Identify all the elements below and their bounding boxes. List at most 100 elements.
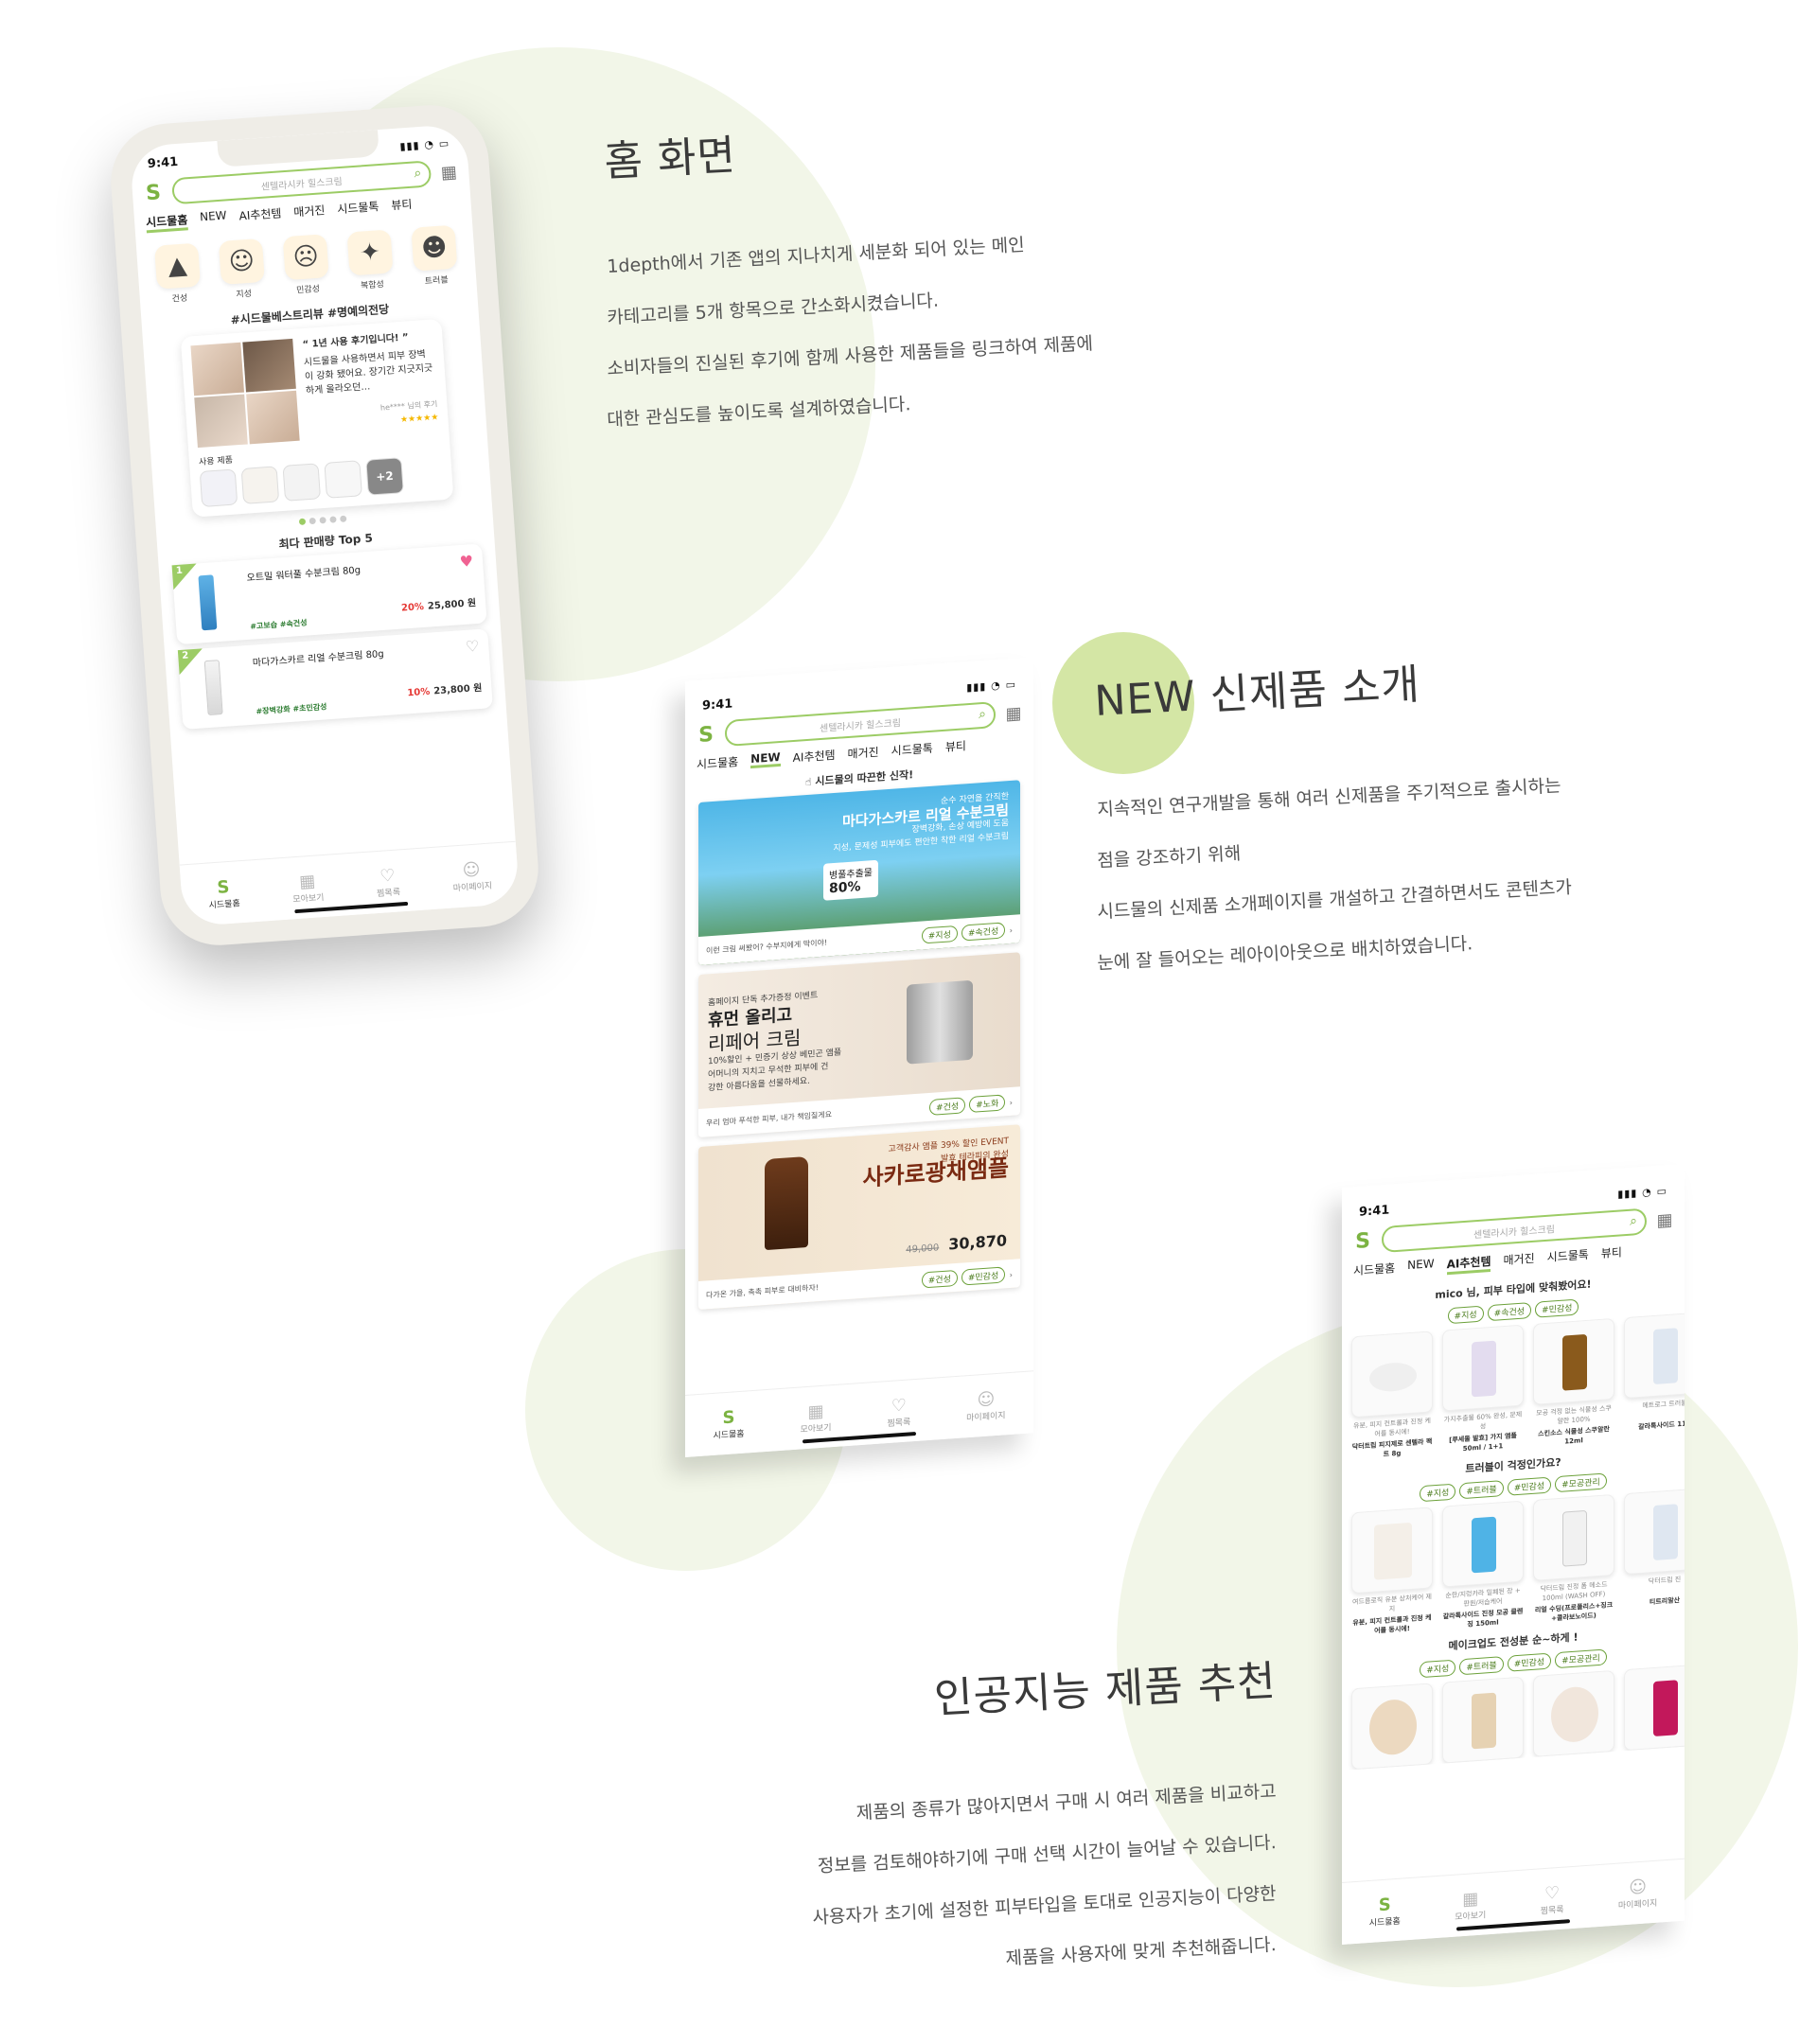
nav-wishlist[interactable]: ♡ 찜목록 (1541, 1882, 1564, 1915)
tab-home[interactable]: 시드물홈 (1353, 1260, 1395, 1281)
hashtag-chip[interactable]: #지성 (1420, 1659, 1456, 1679)
pointer-icon: ☝ (804, 775, 816, 789)
hashtag-chip[interactable]: #건성 (929, 1096, 966, 1116)
recommend-product[interactable]: 닥터드립 진 티트리알산 (1624, 1489, 1685, 1618)
new-banner[interactable]: 홈페이지 단독 추가증정 이벤트 휴먼 올리고 리페어 크림 10%할인 + 민… (698, 952, 1020, 1138)
hashtag-chip[interactable]: #트러블 (1459, 1656, 1504, 1676)
category-oily[interactable]: ☺ 지성 (218, 238, 266, 301)
recommend-product[interactable] (1624, 1665, 1685, 1752)
hashtag-chip[interactable]: #속건성 (1487, 1302, 1532, 1322)
recommend-product[interactable]: 가지추출물 60% 완성, 문제성 [루세돌 발효] 가지 앰플 50ml / 1… (1442, 1324, 1524, 1455)
category-sensitive[interactable]: ☹ 민감성 (282, 234, 330, 296)
search-icon[interactable]: ⌕ (979, 707, 986, 723)
triangle-icon: ▲ (153, 242, 202, 290)
hashtag-chip[interactable]: #지성 (1447, 1305, 1484, 1325)
hashtag-chip[interactable]: #트러블 (1459, 1480, 1504, 1500)
recommend-product[interactable]: 닥터드립 진정 폼 메소드 100ml (WASH OFF) 리얼 수딩(프로폴리… (1533, 1493, 1614, 1625)
nav-mypage[interactable]: ☺ 마이페이지 (1618, 1876, 1657, 1911)
new-section: NEW 신제품 소개 지속적인 연구개발을 통해 여러 신제품을 주기적으로 출… (1093, 661, 1572, 989)
recommend-product[interactable]: 여드름로직 유분 상처케어 제지 유분, 피지 컨트롤과 진정 케어를 동시에! (1351, 1507, 1433, 1637)
tab-talk[interactable]: 시드물톡 (891, 740, 933, 759)
chevron-right-icon[interactable]: › (1010, 1098, 1013, 1106)
tab-magazine[interactable]: 매거진 (848, 744, 879, 762)
hashtag-chip[interactable]: #건성 (921, 1269, 958, 1289)
new-banner[interactable]: 고객감사 앰플 39% 할인 EVENT 발효 테라피의 완성 사카로광채앰플 … (698, 1124, 1020, 1311)
hashtag-chip[interactable]: #속건성 (961, 921, 1006, 942)
nav-home[interactable]: S 시드물홈 (713, 1406, 744, 1441)
nav-mypage[interactable]: ☺ 마이페이지 (451, 858, 492, 893)
recommend-product[interactable]: 모공 걱정 없는 식물성 스쿠알란 100% 스킨소스 식물성 스쿠알란 12ml (1533, 1317, 1614, 1449)
recommend-product[interactable] (1533, 1669, 1614, 1757)
search-icon[interactable]: ⌕ (414, 166, 422, 182)
product-thumb[interactable] (240, 466, 280, 504)
heart-filled-icon[interactable]: ♥ (459, 552, 474, 571)
tab-beauty[interactable]: 뷰티 (945, 737, 966, 755)
tab-ai[interactable]: AI추천템 (1446, 1252, 1491, 1276)
hashtag-chip[interactable]: #민감성 (1507, 1652, 1552, 1672)
new-banner[interactable]: 순수 자연을 간직한 마다가스카르 리얼 수분크림 장벽강화, 손상 예방에 도… (698, 780, 1020, 966)
nav-collection[interactable]: ▦ 모아보기 (1455, 1888, 1486, 1922)
category-label: 민감성 (295, 284, 321, 296)
hashtag-chip[interactable]: #민감성 (961, 1265, 1006, 1286)
nav-collection[interactable]: ▦ 모아보기 (800, 1401, 831, 1435)
chevron-right-icon[interactable]: › (1010, 1270, 1013, 1278)
cart-icon[interactable]: ▦ (438, 162, 460, 183)
tab-home[interactable]: 시드물홈 (145, 211, 189, 234)
app-logo[interactable]: S (1351, 1228, 1374, 1254)
tab-magazine[interactable]: 매거진 (293, 202, 326, 222)
cart-icon[interactable]: ▦ (1654, 1209, 1675, 1231)
recommend-product[interactable]: 메트로그 트러블 갈라톡사이드 110 (1624, 1313, 1685, 1442)
product-card[interactable]: 1 오트밀 워터풀 수분크림 80g #고보습 #속건성 20% 25,800 원… (171, 543, 487, 645)
hashtag-chip[interactable]: #지성 (921, 925, 958, 944)
nav-home[interactable]: S 시드물홈 (1369, 1894, 1401, 1929)
review-card[interactable]: “ 1년 사용 후기입니다! ” 시드물을 사용하면서 피부 장벽이 강화 됐어… (180, 318, 454, 518)
banner-text: 순수 자연을 간직한 마다가스카르 리얼 수분크림 장벽강화, 손상 예방에 도… (833, 792, 1009, 855)
category-combination[interactable]: ✦ 복합성 (346, 229, 394, 291)
tab-new[interactable]: NEW (1407, 1257, 1434, 1278)
tab-talk[interactable]: 시드물톡 (1547, 1246, 1589, 1268)
recommend-product[interactable]: 유분, 피지 컨트롤과 진정 케어를 동시에! 닥터트립 피지제로 센텔라 팩트 … (1351, 1330, 1433, 1461)
nav-wishlist[interactable]: ♡ 찜목록 (887, 1395, 910, 1428)
nav-wishlist[interactable]: ♡ 찜목록 (375, 865, 400, 898)
app-logo[interactable]: S (695, 722, 717, 748)
product-price: 20% 25,800 원 (400, 594, 477, 613)
heart-icon: ♡ (891, 1395, 907, 1417)
tab-magazine[interactable]: 매거진 (1503, 1250, 1534, 1271)
cart-icon[interactable]: ▦ (1003, 702, 1024, 724)
tab-home[interactable]: 시드물홈 (697, 753, 738, 772)
tab-new[interactable]: NEW (750, 749, 781, 769)
category-label: 건성 (171, 293, 188, 305)
tab-new[interactable]: NEW (200, 208, 228, 229)
tab-talk[interactable]: 시드물톡 (337, 198, 379, 220)
tab-ai[interactable]: AI추천템 (793, 747, 836, 766)
recommend-product[interactable] (1351, 1683, 1433, 1771)
product-thumb[interactable] (324, 460, 362, 499)
app-logo[interactable]: S (141, 180, 166, 205)
product-thumb[interactable] (282, 463, 322, 502)
category-trouble[interactable]: ☻ 트러블 (411, 224, 458, 288)
hashtag-chip[interactable]: #모공관리 (1555, 1472, 1607, 1493)
search-icon[interactable]: ⌕ (1630, 1213, 1637, 1229)
product-image (1624, 1665, 1685, 1752)
heart-outline-icon[interactable]: ♡ (465, 637, 480, 656)
tab-beauty[interactable]: 뷰티 (391, 196, 413, 216)
nav-home[interactable]: S 시드물홈 (207, 876, 240, 910)
new-section-title-text: 신제품 소개 (1194, 661, 1422, 721)
hashtag-chip[interactable]: #민감성 (1507, 1476, 1552, 1496)
product-price: 10% 23,800 원 (407, 679, 483, 698)
chevron-right-icon[interactable]: › (1010, 925, 1013, 934)
category-dry[interactable]: ▲ 건성 (153, 242, 202, 306)
tab-beauty[interactable]: 뷰티 (1601, 1243, 1622, 1264)
hashtag-chip[interactable]: #모공관리 (1555, 1648, 1607, 1669)
product-thumb[interactable] (199, 468, 238, 507)
hashtag-chip[interactable]: #지성 (1420, 1483, 1456, 1503)
hashtag-chip[interactable]: #민감성 (1535, 1298, 1579, 1318)
tab-ai[interactable]: AI추천템 (238, 204, 282, 226)
more-products-button[interactable]: +2 (365, 457, 404, 496)
hashtag-chip[interactable]: #노화 (969, 1093, 1006, 1113)
recommend-product[interactable] (1442, 1676, 1524, 1764)
nav-collection[interactable]: ▦ 모아보기 (291, 871, 325, 905)
product-card[interactable]: 2 마다가스카르 리얼 수분크림 80g #장벽강화 #초민감성 10% 23,8… (177, 628, 493, 730)
nav-mypage[interactable]: ☺ 마이페이지 (966, 1388, 1005, 1423)
recommend-product[interactable]: 순한/지렁카라 밀폐된 장 + 판원/저습케어 갈라톡사이드 진정 모공 클렌징 … (1442, 1500, 1524, 1631)
